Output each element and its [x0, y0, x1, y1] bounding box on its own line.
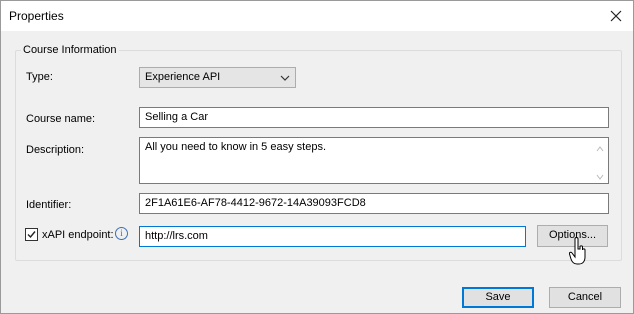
chevron-down-icon: [280, 73, 290, 85]
checkmark-icon: [27, 231, 36, 239]
scroll-up-icon[interactable]: [596, 143, 604, 155]
course-name-label: Course name:: [26, 113, 96, 125]
description-textarea[interactable]: All you need to know in 5 easy steps.: [139, 137, 609, 184]
endpoint-checkbox[interactable]: [25, 228, 38, 241]
title-bar: Properties: [1, 1, 633, 31]
dialog-title: Properties: [9, 9, 64, 23]
type-label: Type:: [26, 71, 53, 83]
endpoint-label[interactable]: xAPI endpoint:: [42, 229, 114, 241]
close-icon[interactable]: [605, 5, 627, 27]
endpoint-input[interactable]: http://lrs.com: [139, 226, 526, 247]
course-name-value: Selling a Car: [145, 111, 208, 123]
course-name-input[interactable]: Selling a Car: [139, 107, 609, 128]
cancel-button[interactable]: Cancel: [549, 287, 621, 308]
scroll-down-icon[interactable]: [596, 171, 604, 183]
type-select[interactable]: Experience API: [139, 67, 296, 88]
mouse-pointer-icon: [568, 237, 589, 270]
description-value: All you need to know in 5 easy steps.: [145, 141, 326, 153]
description-scrollbar[interactable]: [592, 139, 607, 182]
info-icon[interactable]: i: [115, 227, 128, 240]
save-button[interactable]: Save: [462, 287, 534, 308]
identifier-label: Identifier:: [26, 199, 72, 211]
description-label: Description:: [26, 144, 85, 156]
identifier-value: 2F1A61E6-AF78-4412-9672-14A39093FCD8: [145, 197, 366, 209]
type-select-value: Experience API: [145, 71, 221, 83]
properties-dialog: Properties Course Information Type: Expe…: [0, 0, 634, 314]
identifier-input[interactable]: 2F1A61E6-AF78-4412-9672-14A39093FCD8: [139, 193, 609, 214]
group-title: Course Information: [21, 44, 119, 56]
endpoint-value: http://lrs.com: [145, 230, 208, 242]
